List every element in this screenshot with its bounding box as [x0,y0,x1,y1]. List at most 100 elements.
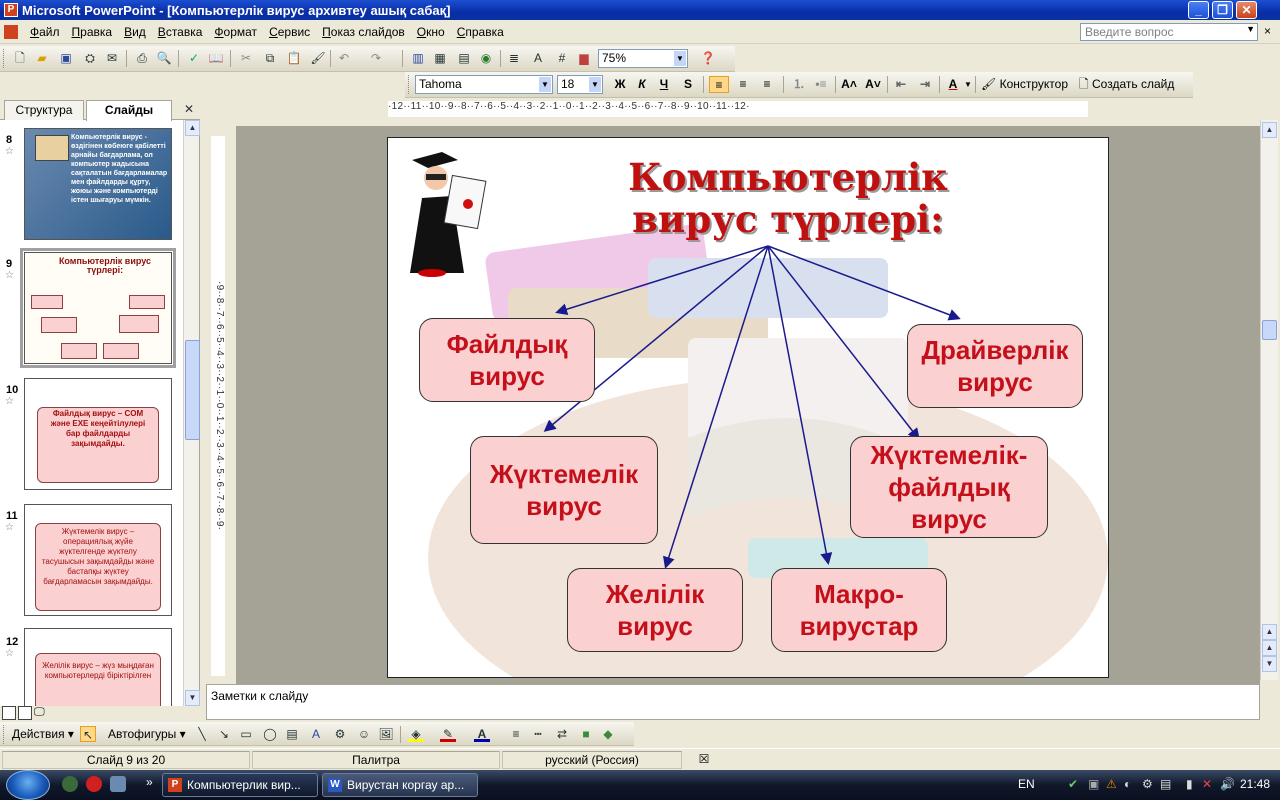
picture-icon[interactable]: 🖼 [378,726,394,742]
chevron-right-icon[interactable]: » [146,775,153,789]
insert-table-icon[interactable]: ▦ [432,50,448,66]
spelling-icon[interactable]: ✓ [186,50,202,66]
arrow-icon[interactable]: ↘ [216,726,232,742]
editor-scrollbar[interactable]: ▲ ▲ ▲ ▼ [1260,120,1278,680]
scroll-down-icon[interactable]: ▼ [185,690,200,706]
italic-button[interactable]: К [633,76,651,93]
open-icon[interactable]: ▰ [34,50,50,66]
battery-icon[interactable]: ▮ [1186,777,1193,791]
quicklaunch-icon[interactable] [62,776,78,792]
wordart-icon[interactable]: A [308,726,324,742]
email-icon[interactable]: ✉ [104,50,120,66]
dash-style-icon[interactable]: ┅ [530,726,546,742]
select-pointer-icon[interactable]: ↖ [80,726,96,742]
tray-icon[interactable]: ✔ [1068,777,1078,791]
new-slide-button[interactable]: 🗋 Создать слайд [1079,76,1183,93]
menu-window[interactable]: Окно [411,21,451,43]
menu-edit[interactable]: Правка [66,21,119,43]
shadow-button[interactable]: S [679,76,697,93]
align-right-icon[interactable]: ≡ [757,76,777,93]
chevron-down-icon[interactable]: ▼ [1246,24,1255,34]
rectangle-icon[interactable]: ▭ [238,726,254,742]
tray-icon[interactable]: ◐ [1124,777,1131,791]
show-formatting-icon[interactable]: A [530,50,546,66]
font-size-select[interactable]: 18 ▼ [557,75,603,94]
task-presentation-1[interactable]: P Компьютерлик вир... [162,773,318,797]
save-icon[interactable]: ▣ [58,50,74,66]
designer-button[interactable]: 🖌 Конструктор [981,76,1075,93]
tab-outline[interactable]: Структура [4,100,84,120]
font-select[interactable]: Tahoma ▼ [415,75,553,94]
spelling-status-icon[interactable]: ☒ [684,751,724,769]
slide-thumbnail-8[interactable]: Компьютерлік вирус - өздігінен көбеюге қ… [24,128,172,240]
help-icon[interactable]: ❓ [700,50,716,66]
color-grayscale-icon[interactable]: ▆ [576,50,592,66]
increase-indent-icon[interactable]: ⇥ [915,76,935,93]
normal-view-icon[interactable] [2,706,16,720]
bullets-icon[interactable]: •≡ [811,76,831,93]
slide-thumbnail-11[interactable]: Жүктемелік вирус – операциялық жүйе жүкт… [24,504,172,616]
menu-format[interactable]: Формат [208,21,263,43]
slide-thumbnail-10[interactable]: Файлдық вирус – COM және EXE кеңейтілуле… [24,378,172,490]
decrease-font-icon[interactable]: A˅ [863,76,883,93]
decrease-indent-icon[interactable]: ⇤ [891,76,911,93]
line-icon[interactable]: ╲ [194,726,210,742]
actions-menu[interactable]: Действия ▾ [12,726,74,742]
powerpoint-app-icon[interactable]: P [4,3,18,17]
restore-button[interactable]: ❐ [1212,1,1233,19]
increase-font-icon[interactable]: A˄ [839,76,859,93]
box-driver-virus[interactable]: Драйверлік вирус [907,324,1083,408]
new-icon[interactable]: 🗋 [12,50,28,66]
cut-icon[interactable]: ✂ [238,50,254,66]
grid-icon[interactable]: # [554,50,570,66]
slide-sorter-icon[interactable] [18,706,32,720]
redo-icon[interactable]: ↷ [368,50,384,66]
print-icon[interactable]: ⎙ [134,50,150,66]
quicklaunch-icon[interactable] [86,776,102,792]
font-color-icon[interactable]: A [474,726,490,742]
box-network-virus[interactable]: Желілік вирус [567,568,743,652]
print-preview-icon[interactable]: 🔍 [156,50,172,66]
shadow-style-icon[interactable]: ■ [578,726,594,742]
chevron-down-icon[interactable]: ▼ [539,77,551,92]
menu-slideshow[interactable]: Показ слайдов [316,21,411,43]
undo-icon[interactable]: ↶ [336,50,352,66]
task-document-2[interactable]: W Вирустан коргау ар... [322,773,478,797]
paste-icon[interactable]: 📋 [286,50,302,66]
toolbar-grip[interactable] [3,49,6,68]
prev-slide-icon[interactable]: ▲ [1262,640,1277,656]
line-style-icon[interactable]: ≡ [508,726,524,742]
network-icon[interactable]: ✕ [1202,777,1212,791]
close-icon[interactable]: ✕ [184,102,194,116]
menu-file[interactable]: Файл [24,21,66,43]
chevron-down-icon[interactable]: ▼ [674,51,686,66]
oval-icon[interactable]: ◯ [262,726,278,742]
menu-help[interactable]: Справка [451,21,510,43]
bold-button[interactable]: Ж [611,76,629,93]
tray-icon[interactable]: ⚙ [1142,777,1153,791]
clock[interactable]: 21:48 [1240,777,1270,791]
arrow-style-icon[interactable]: ⇄ [554,726,570,742]
menu-tools[interactable]: Сервис [263,21,316,43]
box-boot-file-virus[interactable]: Жүктемелік-файлдық вирус [850,436,1048,538]
slide-thumbnail-12[interactable]: Желілік вирус – жүз мыңдаған компьютерле… [24,628,172,706]
textbox-icon[interactable]: ▤ [284,726,300,742]
quicklaunch-icon[interactable] [110,776,126,792]
scroll-thumb[interactable] [185,340,200,440]
clipart-icon[interactable]: ☺ [356,726,372,742]
font-color-icon[interactable]: A [943,76,963,93]
box-file-virus[interactable]: Файлдық вирус [419,318,595,402]
volume-icon[interactable]: 🔊 [1220,777,1235,791]
tables-borders-icon[interactable]: ▤ [456,50,472,66]
diagram-icon[interactable]: ⚙ [332,726,348,742]
notes-pane[interactable]: Заметки к слайду [206,684,1260,720]
slide-thumbnail-9[interactable]: Компьютерлік вирус түрлері: [20,248,176,368]
permission-icon[interactable]: ⛭ [82,50,98,66]
zoom-select[interactable]: 75% ▼ [598,49,688,68]
box-macro-virus[interactable]: Макро-вирустар [771,568,947,652]
numbering-icon[interactable]: ⒈ [789,76,809,93]
toolbar-grip[interactable] [408,75,411,94]
research-icon[interactable]: 📖 [208,50,224,66]
scroll-up-icon[interactable]: ▲ [185,120,200,136]
fill-color-icon[interactable]: ◈ [408,726,424,742]
